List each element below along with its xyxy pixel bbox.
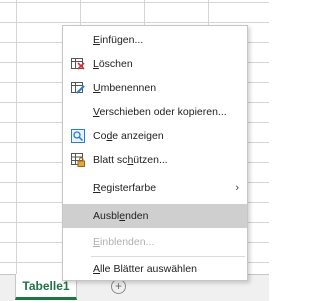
menu-item-label: Verschieben oder kopieren...	[93, 106, 227, 118]
menu-item-move-or-copy[interactable]: Verschieben oder kopieren...	[63, 100, 247, 124]
menu-item-label: Löschen	[93, 58, 133, 70]
rename-sheet-icon	[71, 81, 85, 95]
view-code-icon	[71, 129, 85, 143]
menu-item-unhide: Einblenden...	[63, 230, 247, 254]
menu-item-label: Alle Blätter auswählen	[93, 263, 197, 275]
menu-item-label: Einfügen...	[93, 34, 144, 46]
sheet-context-menu: Einfügen... Löschen Umbenennen Verschieb…	[62, 25, 248, 281]
submenu-chevron-icon: ›	[235, 182, 239, 194]
protect-sheet-icon	[71, 153, 85, 167]
menu-item-delete[interactable]: Löschen	[63, 52, 247, 76]
menu-item-label: Einblenden...	[93, 236, 155, 248]
menu-item-select-all-sheets[interactable]: Alle Blätter auswählen	[63, 257, 247, 281]
menu-item-hide[interactable]: Ausblenden	[63, 204, 247, 228]
menu-item-insert[interactable]: Einfügen...	[63, 28, 247, 52]
menu-item-tab-color[interactable]: Registerfarbe ›	[63, 176, 247, 200]
menu-item-label: Registerfarbe	[93, 182, 157, 194]
menu-item-label: Blatt schützen...	[93, 154, 168, 166]
menu-item-rename[interactable]: Umbenennen	[63, 76, 247, 100]
menu-item-protect-sheet[interactable]: Blatt schützen...	[63, 148, 247, 172]
delete-sheet-icon	[71, 57, 85, 71]
menu-item-label: Ausblenden	[93, 210, 149, 222]
menu-item-view-code[interactable]: Code anzeigen	[63, 124, 247, 148]
menu-item-label: Umbenennen	[93, 82, 157, 94]
menu-item-label: Code anzeigen	[93, 130, 164, 142]
add-sheet-icon[interactable]: +	[111, 279, 126, 294]
